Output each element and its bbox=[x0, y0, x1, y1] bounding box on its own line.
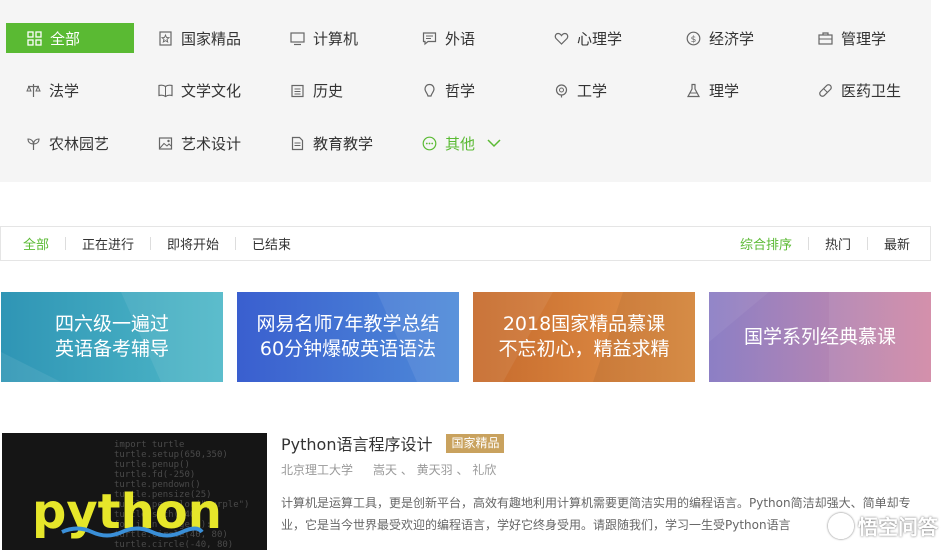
calendar-icon bbox=[289, 82, 305, 98]
category-art-design[interactable]: 艺术设计 bbox=[157, 128, 241, 158]
category-label: 其他 bbox=[445, 134, 476, 153]
bulb-icon bbox=[421, 82, 437, 98]
category-literature[interactable]: 文学文化 bbox=[157, 75, 241, 105]
category-history[interactable]: 历史 bbox=[289, 75, 343, 105]
national-quality-badge: 国家精品 bbox=[446, 433, 505, 453]
category-label: 管理学 bbox=[841, 29, 887, 48]
category-national-quality[interactable]: 国家精品 bbox=[157, 23, 241, 53]
picture-icon bbox=[157, 135, 173, 151]
sort-options: 综合排序 热门 最新 bbox=[740, 234, 930, 253]
category-other[interactable]: 其他 bbox=[421, 128, 501, 158]
category-science[interactable]: 理学 bbox=[685, 75, 739, 105]
banner-sinology[interactable]: 国学系列经典慕课 bbox=[709, 292, 931, 382]
pill-icon bbox=[817, 82, 833, 98]
category-label: 法学 bbox=[49, 81, 80, 100]
category-foreign-language[interactable]: 外语 bbox=[421, 23, 475, 53]
category-engineering[interactable]: 工学 bbox=[553, 75, 607, 105]
divider bbox=[65, 237, 67, 250]
category-label: 教育教学 bbox=[313, 134, 374, 153]
category-education[interactable]: 教育教学 bbox=[289, 128, 373, 158]
course-school[interactable]: 北京理工大学 bbox=[281, 461, 353, 478]
watermark: 悟空问答 bbox=[828, 511, 938, 540]
scales-icon bbox=[25, 82, 41, 98]
category-label: 工学 bbox=[577, 81, 608, 100]
banner-line1: 2018国家精品慕课 bbox=[502, 313, 666, 335]
divider bbox=[235, 237, 237, 250]
category-psychology[interactable]: 心理学 bbox=[553, 23, 622, 53]
banner-national-mooc[interactable]: 2018国家精品慕课 不忘初心，精益求精 bbox=[473, 292, 695, 382]
dollar-icon: $ bbox=[685, 30, 701, 46]
banner-cet-prep[interactable]: 四六级一遍过 英语备考辅导 bbox=[1, 292, 223, 382]
divider bbox=[807, 237, 809, 250]
category-economics[interactable]: $ 经济学 bbox=[685, 23, 754, 53]
python-thumbnail-art: import turtleturtle.setup(650,350)turtle… bbox=[32, 440, 249, 550]
course-teachers: 嵩天 、 黄天羽 、 礼欣 bbox=[373, 463, 497, 477]
filter-ended[interactable]: 已结束 bbox=[252, 234, 291, 253]
category-label: 医药卫生 bbox=[841, 81, 902, 100]
filter-bar: 全部 正在进行 即将开始 已结束 综合排序 热门 最新 bbox=[0, 226, 931, 261]
category-agriculture[interactable]: 农林园艺 bbox=[25, 128, 109, 158]
filter-ongoing[interactable]: 正在进行 bbox=[82, 234, 134, 253]
course-title[interactable]: Python语言程序设计 国家精品 bbox=[281, 431, 505, 455]
filter-upcoming[interactable]: 即将开始 bbox=[167, 234, 219, 253]
book-icon bbox=[157, 82, 173, 98]
category-label: 经济学 bbox=[709, 29, 755, 48]
category-label: 农林园艺 bbox=[49, 134, 110, 153]
banner-line2: 不忘初心，精益求精 bbox=[498, 338, 670, 360]
document-icon bbox=[289, 135, 305, 151]
svg-text:$: $ bbox=[690, 35, 696, 45]
category-label: 艺术设计 bbox=[181, 134, 242, 153]
wukong-logo-icon bbox=[828, 512, 854, 539]
category-label: 外语 bbox=[445, 29, 476, 48]
banner-line1: 网易名师7年教学总结 bbox=[256, 313, 440, 335]
divider bbox=[866, 237, 868, 250]
category-label: 全部 bbox=[50, 29, 81, 48]
banner-line1: 四六级一遍过 bbox=[54, 313, 169, 335]
filter-all[interactable]: 全部 bbox=[23, 234, 49, 253]
category-medicine[interactable]: 医药卫生 bbox=[817, 75, 901, 105]
category-all[interactable]: 全部 bbox=[6, 23, 134, 53]
category-philosophy[interactable]: 哲学 bbox=[421, 75, 475, 105]
more-icon bbox=[421, 135, 437, 151]
flask-icon bbox=[685, 82, 701, 98]
category-label: 文学文化 bbox=[181, 81, 242, 100]
chevron-down-icon[interactable] bbox=[487, 138, 501, 148]
category-label: 心理学 bbox=[577, 29, 623, 48]
category-panel: 全部 国家精品 计算机 外语 心理学 $ 经济学 管理学 法学 文学文化 历史 … bbox=[0, 0, 931, 182]
divider bbox=[150, 237, 152, 250]
category-management[interactable]: 管理学 bbox=[817, 23, 886, 53]
sort-popular[interactable]: 热门 bbox=[825, 234, 851, 253]
banner-line1: 国学系列经典慕课 bbox=[743, 325, 896, 348]
code-line: turtle.setup(650,350) bbox=[114, 450, 228, 460]
category-label: 哲学 bbox=[445, 81, 476, 100]
category-label: 理学 bbox=[709, 81, 740, 100]
category-label: 历史 bbox=[313, 81, 344, 100]
chat-icon bbox=[421, 30, 437, 46]
code-line: turtle.fd(-250) bbox=[114, 470, 195, 480]
gear-icon bbox=[553, 82, 569, 98]
briefcase-icon bbox=[817, 30, 833, 46]
code-line: turtle.circle(-40, 80) bbox=[114, 540, 233, 550]
grid-icon bbox=[26, 30, 42, 46]
banner-grammar[interactable]: 网易名师7年教学总结 60分钟爆破英语语法 bbox=[237, 292, 459, 382]
plant-icon bbox=[25, 135, 41, 151]
watermark-text: 悟空问答 bbox=[858, 515, 938, 539]
code-line: import turtle bbox=[114, 440, 184, 450]
banner-line2: 英语备考辅导 bbox=[54, 338, 169, 360]
code-line: turtle.penup() bbox=[114, 460, 190, 470]
status-filter: 全部 正在进行 即将开始 已结束 bbox=[1, 234, 291, 253]
course-thumbnail[interactable]: import turtle turtle.setup(650,350) turtle… bbox=[2, 433, 267, 550]
monitor-icon bbox=[289, 30, 305, 46]
category-label: 计算机 bbox=[313, 29, 359, 48]
star-doc-icon bbox=[157, 30, 173, 46]
banner-line2: 60分钟爆破英语语法 bbox=[259, 338, 437, 360]
sort-comprehensive[interactable]: 综合排序 bbox=[740, 234, 792, 253]
category-computer[interactable]: 计算机 bbox=[289, 23, 358, 53]
category-label: 国家精品 bbox=[181, 29, 242, 48]
course-meta: 北京理工大学 嵩天 、 黄天羽 、 礼欣 bbox=[281, 461, 496, 478]
heart-icon bbox=[553, 30, 569, 46]
course-title-text: Python语言程序设计 bbox=[281, 435, 433, 454]
sort-newest[interactable]: 最新 bbox=[884, 234, 910, 253]
category-law[interactable]: 法学 bbox=[25, 75, 79, 105]
